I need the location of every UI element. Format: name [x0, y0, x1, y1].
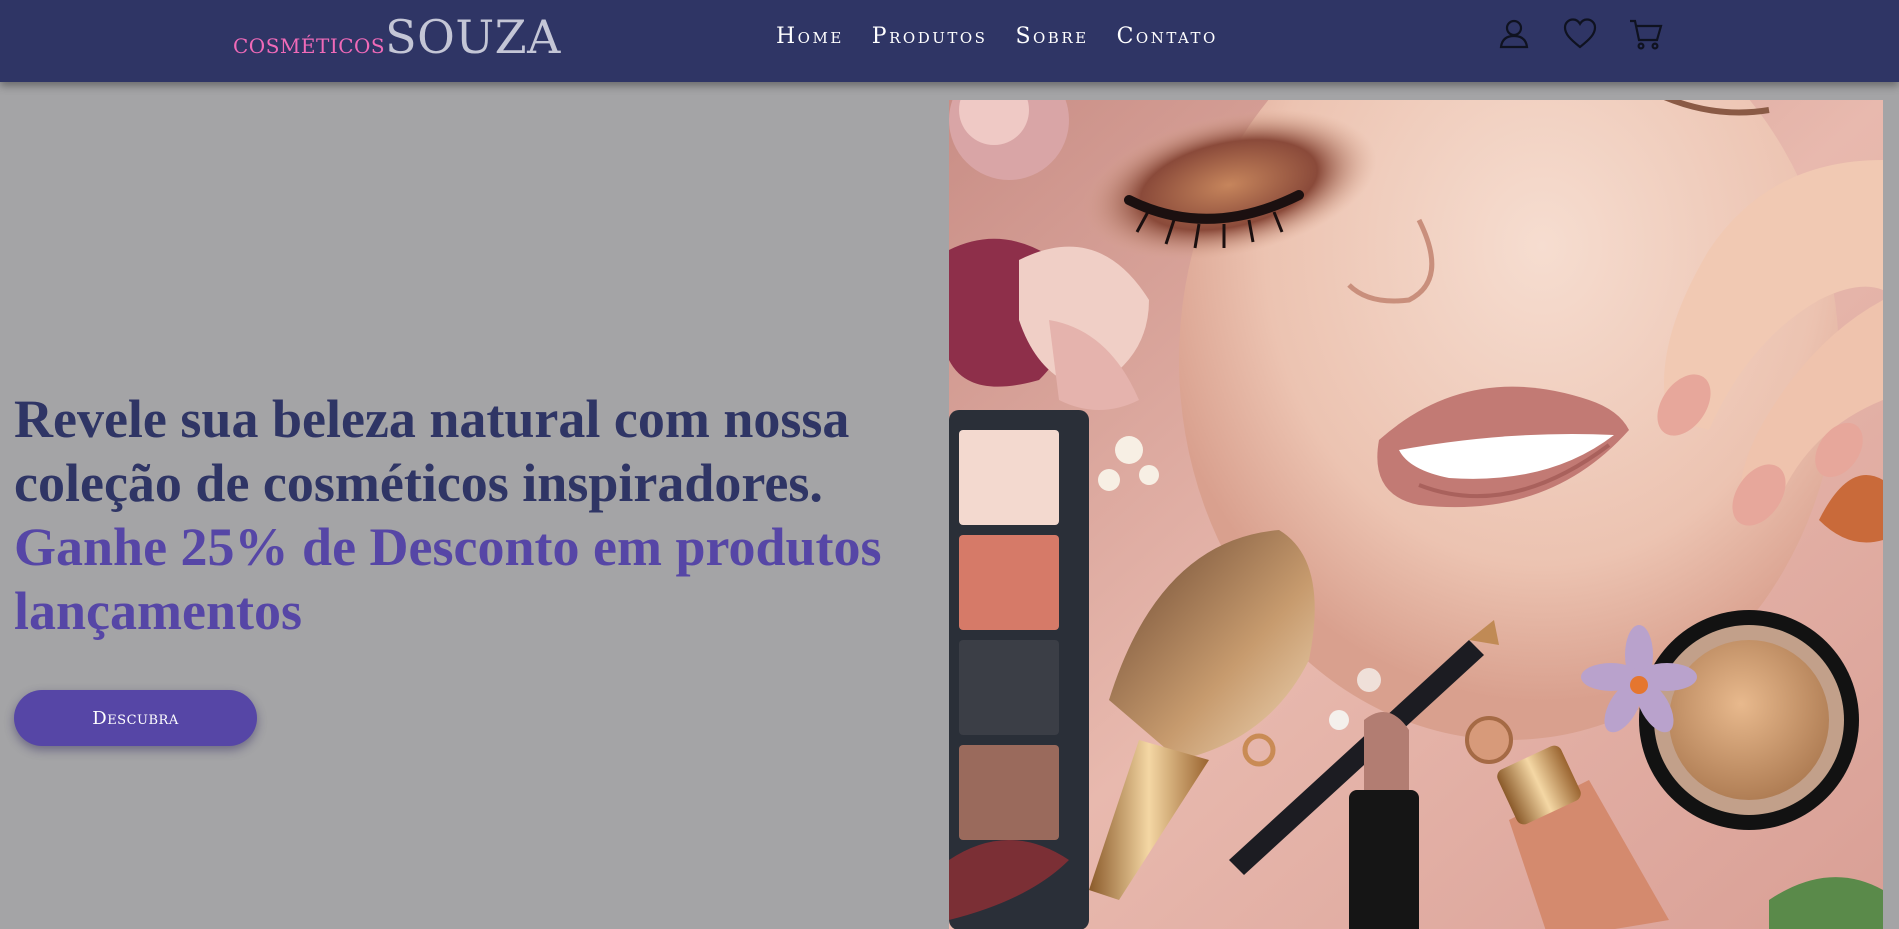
- nav-sobre[interactable]: Sobre: [1015, 24, 1088, 49]
- user-icon[interactable]: [1496, 16, 1532, 52]
- cart-icon[interactable]: [1628, 16, 1664, 52]
- logo-prefix: cosméticos: [233, 27, 386, 60]
- brand-logo[interactable]: cosméticos SOUZA: [233, 10, 561, 66]
- site-header: cosméticos SOUZA Home Produtos Sobre Con…: [0, 0, 1899, 82]
- cosmetics-photo: [949, 100, 1883, 929]
- nav-produtos[interactable]: Produtos: [872, 24, 988, 49]
- hero-tagline: Revele sua beleza natural com nossa cole…: [14, 389, 850, 513]
- heart-icon[interactable]: [1562, 16, 1598, 52]
- nav-contato[interactable]: Contato: [1117, 24, 1218, 49]
- hero-image: [949, 100, 1883, 929]
- main-nav: Home Produtos Sobre Contato: [776, 20, 1218, 52]
- logo-name: SOUZA: [385, 10, 561, 64]
- nav-home[interactable]: Home: [776, 24, 844, 49]
- header-actions: [1496, 14, 1664, 54]
- hero-offer: Ganhe 25% de Desconto em produtos lançam…: [14, 517, 882, 641]
- discover-button[interactable]: Descubra: [14, 690, 257, 746]
- hero-headline: Revele sua beleza natural com nossa cole…: [14, 387, 944, 643]
